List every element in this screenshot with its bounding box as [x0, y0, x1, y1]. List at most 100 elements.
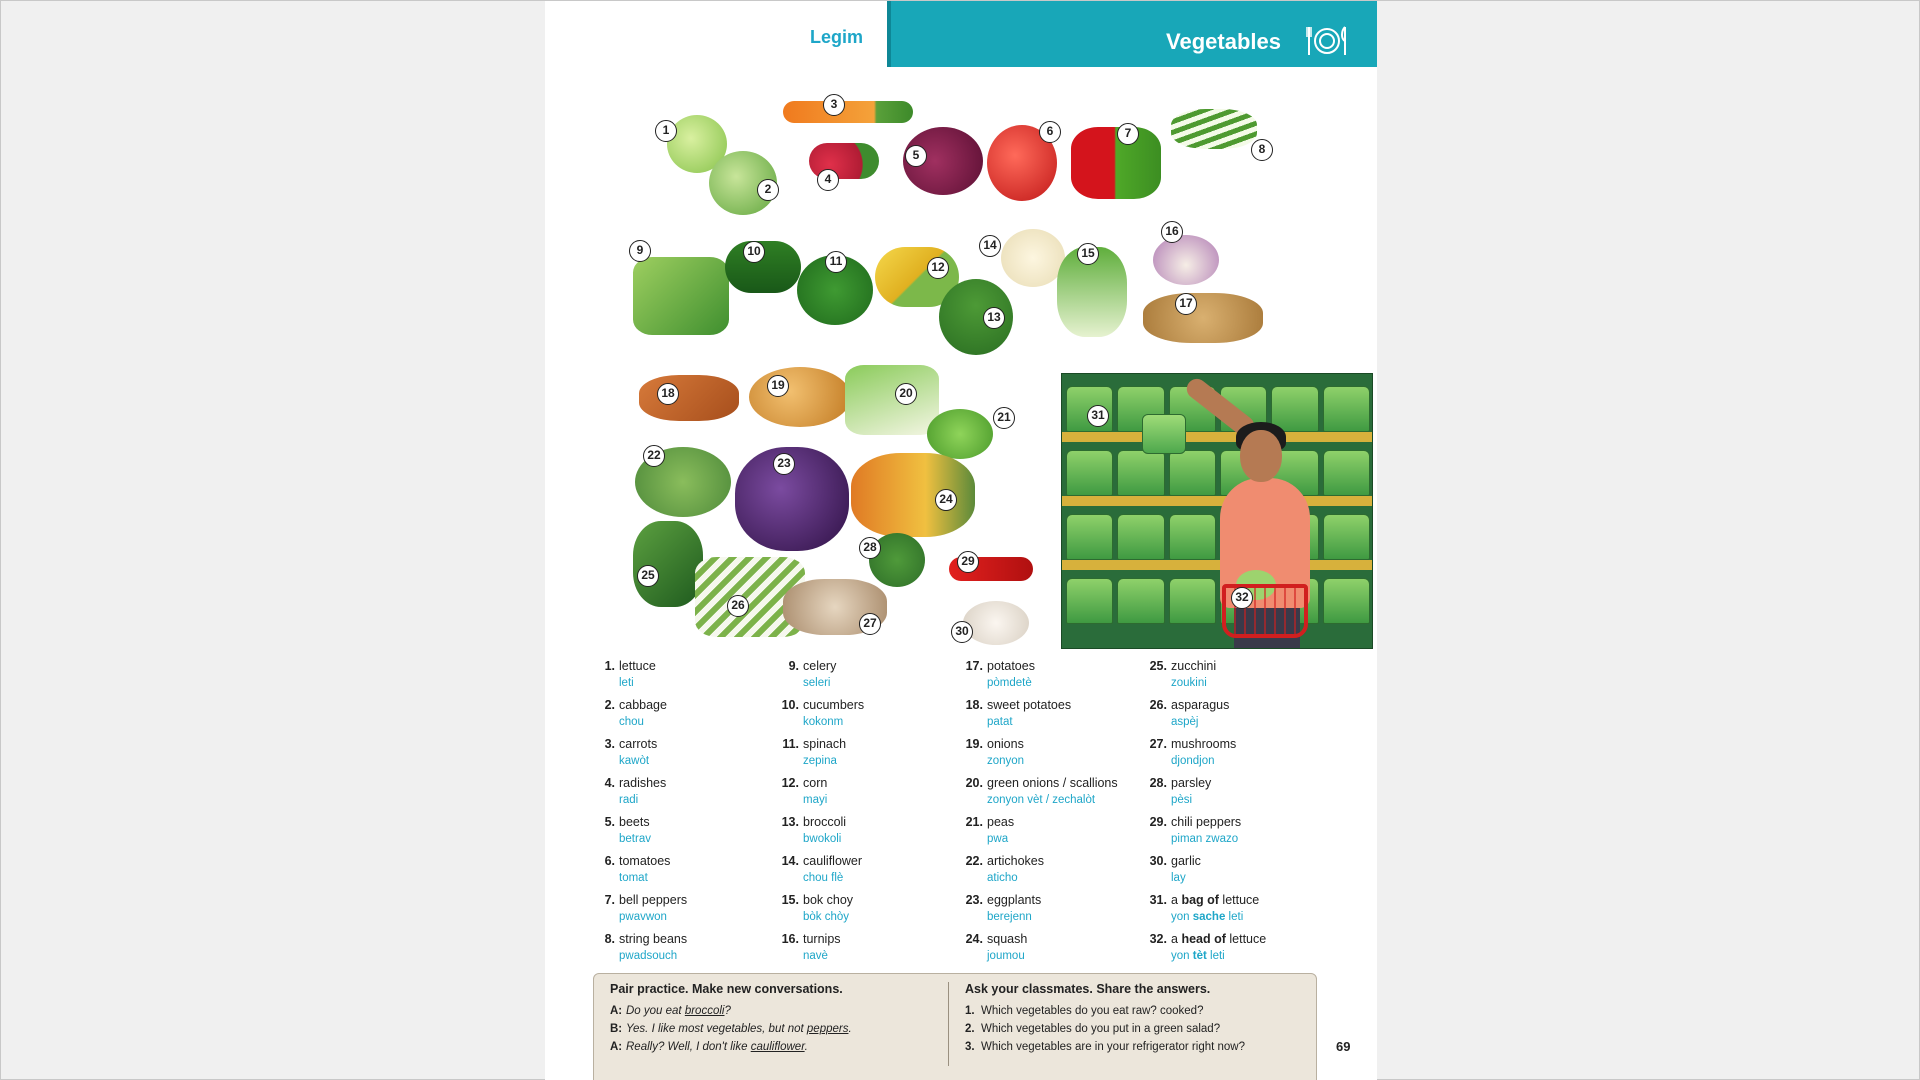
- squash-illustration: [851, 453, 975, 537]
- callout-15: 15: [1077, 243, 1099, 265]
- bell-peppers-illustration: [1071, 127, 1161, 199]
- vocab-item: 20. green onions / scallions zonyon vèt / …: [965, 776, 1118, 806]
- vocab-item: 30. garlic lay: [1149, 854, 1201, 884]
- vegetable-illustrations: 1 2 3 4 5 6 7 8 9 10 11 12 13 14 15 16 1…: [587, 87, 1373, 649]
- vocab-item: 23. eggplants berejenn: [965, 893, 1042, 923]
- practice-box: Pair practice. Make new conversations. A…: [593, 973, 1317, 1080]
- callout-29: 29: [957, 551, 979, 573]
- vocab-item: 12. corn mayi: [781, 776, 828, 806]
- bag-of-lettuce: [1142, 414, 1186, 454]
- dialogue-line: B: Yes. I like most vegetables, but not p…: [610, 1023, 852, 1035]
- vocab-item: 11. spinach zepina: [782, 737, 847, 767]
- callout-21: 21: [993, 407, 1015, 429]
- turnips-illustration: [1153, 235, 1219, 285]
- vocab-item: 5. beets betrav: [604, 815, 651, 845]
- vocab-item: 13. broccoli bwokoli: [781, 815, 847, 845]
- vocab-item: 6. tomatoes tomat: [604, 854, 671, 884]
- callout-10: 10: [743, 241, 765, 263]
- page-number: 69: [1336, 1039, 1351, 1054]
- callout-25: 25: [637, 565, 659, 587]
- header-title: Vegetables: [1166, 29, 1281, 54]
- zucchini-illustration: [633, 521, 703, 607]
- shopper-head: [1240, 430, 1282, 482]
- callout-32: 32: [1231, 587, 1253, 609]
- vocab-column-4: 25. zucchini zoukini 26. asparagus aspèj 27.…: [1145, 657, 1329, 969]
- header-band: Vegetables: [887, 1, 1377, 67]
- vocab-item: 26. asparagus aspèj: [1149, 698, 1230, 728]
- callout-22: 22: [643, 445, 665, 467]
- vocab-item: 3. carrots kawòt: [604, 737, 658, 767]
- vocab-item: 15. bok choy bòk chòy: [781, 893, 854, 923]
- vocab-column-3: 17. potatoes pòmdetè 18. sweet potatoes pata…: [961, 657, 1145, 969]
- string-beans-illustration: [1171, 109, 1257, 149]
- vocab-item: 28. parsley pèsi: [1149, 776, 1212, 806]
- header-left-title: Legim: [809, 27, 863, 47]
- vocab-item: 16. turnips navè: [781, 932, 841, 962]
- callout-19: 19: [767, 375, 789, 397]
- vocab-item: 4. radishes radi: [604, 776, 667, 806]
- vocab-column-2: 9. celery seleri 10. cucumbers kokonm 11. spi…: [777, 657, 961, 969]
- vocab-item: 24. squash joumou: [965, 932, 1028, 962]
- callout-6: 6: [1039, 121, 1061, 143]
- pair-practice-heading: Pair practice. Make new conversations.: [610, 982, 843, 996]
- garlic-illustration: [963, 601, 1029, 645]
- ask-classmates-heading: Ask your classmates. Share the answers.: [965, 982, 1211, 996]
- callout-31: 31: [1087, 405, 1109, 427]
- callout-14: 14: [979, 235, 1001, 257]
- potatoes-illustration: [1143, 293, 1263, 343]
- callout-24: 24: [935, 489, 957, 511]
- vocab-item: 7. bell peppers pwavwon: [604, 893, 688, 923]
- callout-3: 3: [823, 94, 845, 116]
- callout-18: 18: [657, 383, 679, 405]
- vocab-item: 31. a bag of lettuce yon sache leti: [1149, 893, 1260, 923]
- onions-illustration: [749, 367, 851, 427]
- cauliflower-illustration: [1001, 229, 1065, 287]
- question-line: 1. Which vegetables do you eat raw? cooke…: [965, 1005, 1204, 1017]
- vocab-item: 25. zucchini zoukini: [1149, 659, 1217, 689]
- vocab-item: 32. a head of lettuce yon tèt leti: [1149, 932, 1267, 962]
- vocab-item: 29. chili peppers piman zwazo: [1149, 815, 1242, 845]
- dialogue-line: A: Really? Well, I don't like cauliflower…: [610, 1041, 808, 1053]
- document-viewer: Legim Vegetables 1 2 3 4 5 6 7 8 9 10 11…: [0, 0, 1920, 1080]
- vocab-column-1: 1. lettuce leti 2. cabbage chou 3. carrots kaw…: [593, 657, 777, 969]
- callout-23: 23: [773, 453, 795, 475]
- callout-20: 20: [895, 383, 917, 405]
- textbook-page: Legim Vegetables 1 2 3 4 5 6 7 8 9 10 11…: [545, 1, 1377, 1080]
- callout-9: 9: [629, 240, 651, 262]
- peas-illustration: [927, 409, 993, 459]
- callout-4: 4: [817, 169, 839, 191]
- vocab-item: 19. onions zonyon: [965, 737, 1025, 767]
- callout-28: 28: [859, 537, 881, 559]
- callout-8: 8: [1251, 139, 1273, 161]
- callout-13: 13: [983, 307, 1005, 329]
- callout-30: 30: [951, 621, 973, 643]
- ask-classmates-section: Ask your classmates. Share the answers. …: [948, 982, 1298, 1066]
- vocab-item: 8. string beans pwadsouch: [604, 932, 688, 962]
- callout-7: 7: [1117, 123, 1139, 145]
- pair-practice-section: Pair practice. Make new conversations. A…: [610, 982, 940, 1056]
- vocab-item: 17. potatoes pòmdetè: [965, 659, 1035, 689]
- callout-1: 1: [655, 120, 677, 142]
- callout-12: 12: [927, 257, 949, 279]
- callout-26: 26: [727, 595, 749, 617]
- vocab-item: 10. cucumbers kokonm: [781, 698, 865, 728]
- question-line: 3. Which vegetables are in your refrigera…: [965, 1041, 1245, 1053]
- vocab-item: 21. peas pwa: [965, 815, 1015, 845]
- vocab-item: 27. mushrooms djondjon: [1149, 737, 1237, 767]
- carrots-illustration: [783, 101, 913, 123]
- fork-plate-knife-icon: [1306, 26, 1346, 55]
- vocab-item: 2. cabbage chou: [604, 698, 667, 728]
- header-left: Legim: [545, 1, 887, 67]
- vocab-item: 14. cauliflower chou flè: [781, 854, 863, 884]
- green-onions-illustration: [845, 365, 939, 435]
- callout-16: 16: [1161, 221, 1183, 243]
- vocab-item: 22. artichokes aticho: [965, 854, 1044, 884]
- dialogue-line: A: Do you eat broccoli?: [610, 1005, 731, 1017]
- callout-27: 27: [859, 613, 881, 635]
- question-line: 2. Which vegetables do you put in a green…: [965, 1023, 1221, 1035]
- celery-illustration: [633, 257, 729, 335]
- callout-2: 2: [757, 179, 779, 201]
- callout-5: 5: [905, 145, 927, 167]
- callout-11: 11: [825, 251, 847, 273]
- vocab-item: 1. lettuce leti: [604, 659, 656, 689]
